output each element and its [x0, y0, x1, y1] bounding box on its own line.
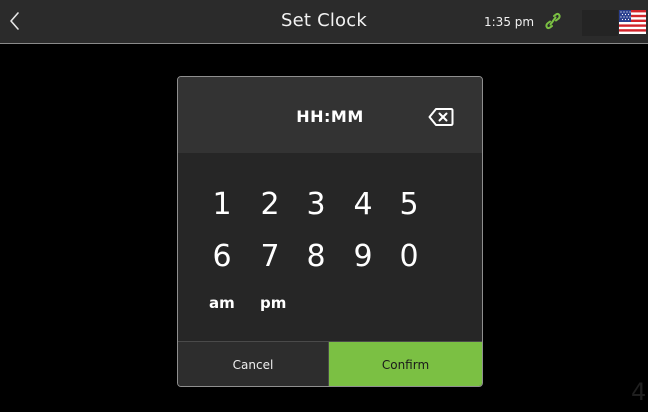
key-0[interactable]: 0: [394, 242, 424, 272]
pm-button[interactable]: pm: [260, 294, 286, 312]
key-8[interactable]: 8: [301, 242, 331, 272]
confirm-button[interactable]: Confirm: [329, 342, 482, 386]
set-clock-screen: Set Clock 1:35 pm HH:MM 1 2 3 4 5 6 7 8 …: [0, 0, 648, 412]
dialog-footer: Cancel Confirm: [178, 341, 482, 386]
key-7[interactable]: 7: [255, 242, 285, 272]
back-button[interactable]: [4, 8, 26, 34]
key-9[interactable]: 9: [348, 242, 378, 272]
language-flag-button[interactable]: [619, 10, 646, 34]
entry-bar: HH:MM: [178, 77, 482, 153]
key-5[interactable]: 5: [394, 190, 424, 220]
link-icon: [545, 12, 561, 30]
key-1[interactable]: 1: [207, 190, 237, 220]
keypad: 1 2 3 4 5 6 7 8 9 0 am pm: [178, 153, 482, 341]
key-2[interactable]: 2: [255, 190, 285, 220]
am-button[interactable]: am: [209, 294, 235, 312]
us-flag-icon: [619, 10, 646, 34]
flag-tile-background: [582, 10, 618, 36]
cancel-button[interactable]: Cancel: [178, 342, 329, 386]
background-page-indicator: 4: [631, 378, 647, 406]
key-4[interactable]: 4: [348, 190, 378, 220]
key-6[interactable]: 6: [207, 242, 237, 272]
key-3[interactable]: 3: [301, 190, 331, 220]
top-bar: Set Clock 1:35 pm: [0, 0, 648, 44]
backspace-icon: [428, 108, 454, 126]
chevron-left-icon: [10, 12, 19, 30]
backspace-button[interactable]: [428, 107, 454, 127]
time-entry-dialog: HH:MM 1 2 3 4 5 6 7 8 9 0 am pm Cancel C…: [177, 76, 483, 387]
clock-readout: 1:35 pm: [484, 15, 535, 29]
